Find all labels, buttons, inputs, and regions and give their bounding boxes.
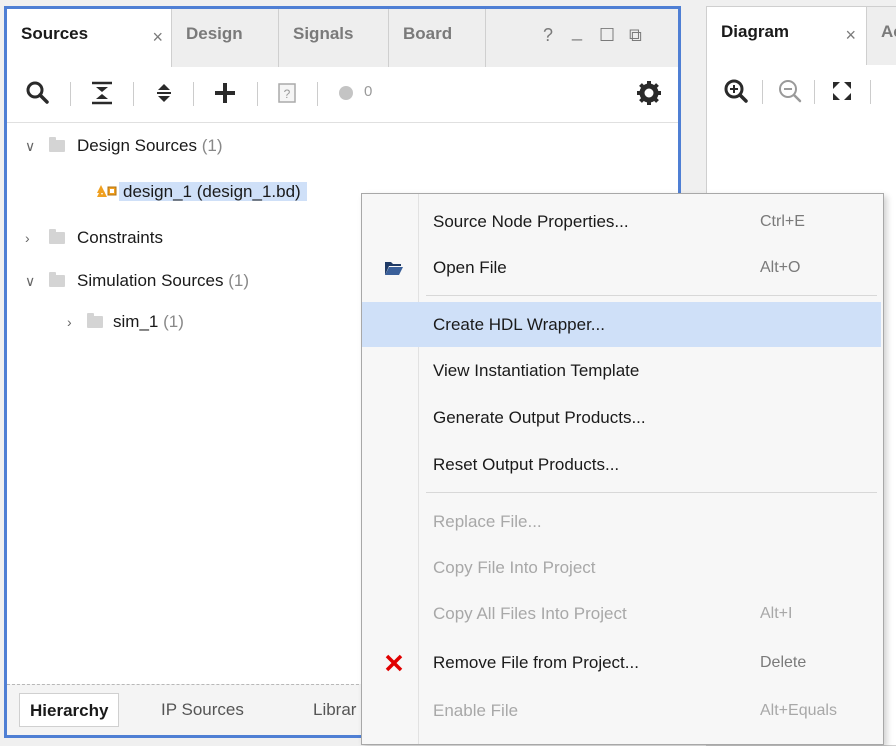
menu-separator bbox=[426, 492, 877, 493]
tab-hierarchy[interactable]: Hierarchy bbox=[19, 693, 120, 727]
tab-design[interactable]: Design bbox=[172, 9, 279, 67]
menu-item-copy-all-files-into-project[interactable]: Copy All Files Into Project Alt+I bbox=[362, 591, 881, 636]
constraints-label: Constraints bbox=[77, 228, 163, 247]
toolbar-separator bbox=[814, 80, 815, 104]
tab-board[interactable]: Board bbox=[389, 9, 486, 67]
menu-item-enable-file[interactable]: Enable File Alt+Equals bbox=[362, 688, 881, 733]
toolbar-separator bbox=[317, 82, 318, 106]
chevron-right-icon[interactable]: › bbox=[67, 304, 85, 340]
folder-icon bbox=[49, 229, 65, 244]
menu-item-reset-output-products[interactable]: Reset Output Products... bbox=[362, 442, 881, 487]
design-sources-label: Design Sources bbox=[77, 136, 198, 155]
sim-1-count: (1) bbox=[163, 312, 184, 331]
menu-item-remove-file-from-project[interactable]: Remove File from Project... Delete bbox=[362, 640, 881, 685]
menu-item-shortcut: Alt+I bbox=[760, 605, 793, 622]
menu-item-create-hdl-wrapper[interactable]: Create HDL Wrapper... bbox=[362, 302, 881, 347]
chevron-down-icon[interactable]: ∨ bbox=[25, 263, 43, 299]
close-icon[interactable]: × bbox=[845, 25, 856, 46]
zoom-in-icon[interactable] bbox=[721, 76, 751, 106]
tree-row-design-file[interactable]: design_1 (design_1.bd) bbox=[97, 174, 307, 210]
folder-icon bbox=[49, 137, 65, 152]
design-sources-count: (1) bbox=[201, 136, 223, 155]
tab-diagram[interactable]: Diagram × bbox=[707, 7, 867, 66]
menu-item-generate-output-products[interactable]: Generate Output Products... bbox=[362, 395, 881, 440]
close-icon[interactable]: × bbox=[152, 27, 163, 48]
expand-all-icon[interactable] bbox=[149, 78, 179, 108]
collapse-all-icon[interactable] bbox=[87, 78, 117, 108]
maximize-icon[interactable]: ☐ bbox=[599, 25, 615, 46]
tab-diagram-label: Diagram bbox=[721, 22, 790, 41]
design-file-label: design_1 (design_1.bd) bbox=[119, 182, 307, 201]
warning-count: 0 bbox=[364, 83, 373, 100]
sim-1-label: sim_1 bbox=[113, 312, 159, 331]
simulation-sources-label: Simulation Sources bbox=[77, 271, 224, 290]
tab-sources-label: Sources bbox=[21, 24, 89, 43]
tree-row-constraints[interactable]: › Constraints bbox=[25, 220, 163, 256]
add-icon[interactable] bbox=[210, 78, 240, 108]
tab-address-editor[interactable]: Ac bbox=[867, 7, 896, 65]
menu-item-open-file[interactable]: Open File Alt+O bbox=[362, 245, 881, 290]
folder-icon bbox=[49, 272, 65, 287]
tab-address-editor-label: Ac bbox=[881, 22, 896, 41]
toolbar-separator bbox=[870, 80, 871, 104]
menu-item-view-instantiation-template[interactable]: View Instantiation Template bbox=[362, 348, 881, 393]
menu-item-shortcut: Delete bbox=[760, 654, 807, 671]
gear-icon[interactable] bbox=[634, 78, 664, 108]
status-dot-icon bbox=[339, 86, 353, 100]
svg-text:?: ? bbox=[284, 87, 291, 101]
toolbar-separator bbox=[193, 82, 194, 106]
context-menu: Source Node Properties... Ctrl+E Open Fi… bbox=[361, 193, 884, 745]
tab-design-label: Design bbox=[186, 24, 243, 43]
tab-signals-label: Signals bbox=[293, 24, 354, 43]
search-icon[interactable] bbox=[23, 78, 53, 108]
menu-item-label: Enable File bbox=[433, 701, 519, 720]
menu-item-label: Replace File... bbox=[433, 512, 542, 531]
red-x-icon bbox=[385, 654, 403, 672]
menu-item-label: Copy All Files Into Project bbox=[433, 604, 627, 623]
zoom-out-icon[interactable] bbox=[775, 76, 805, 106]
tree-row-design-sources[interactable]: ∨ Design Sources (1) bbox=[25, 128, 223, 164]
menu-item-label: Generate Output Products... bbox=[433, 408, 646, 427]
menu-item-label: Reset Output Products... bbox=[433, 455, 620, 474]
help-document-icon[interactable]: ? bbox=[272, 78, 302, 108]
toolbar-separator bbox=[762, 80, 763, 104]
simulation-sources-count: (1) bbox=[228, 271, 249, 290]
menu-item-label: View Instantiation Template bbox=[433, 361, 640, 380]
menu-item-shortcut: Ctrl+E bbox=[760, 213, 805, 230]
diagram-tabbar: Diagram × Ac bbox=[707, 7, 896, 66]
menu-item-label: Source Node Properties... bbox=[433, 212, 629, 231]
menu-item-copy-file-into-project[interactable]: Copy File Into Project bbox=[362, 545, 881, 590]
menu-item-label: Copy File Into Project bbox=[433, 558, 596, 577]
menu-item-label: Remove File from Project... bbox=[433, 653, 639, 672]
toolbar-separator bbox=[133, 82, 134, 106]
toolbar-separator bbox=[257, 82, 258, 106]
sources-toolbar: ? 0 bbox=[7, 67, 678, 123]
folder-icon bbox=[87, 313, 103, 328]
tree-row-simulation-sources[interactable]: ∨ Simulation Sources (1) bbox=[25, 263, 249, 299]
chevron-right-icon[interactable]: › bbox=[25, 220, 43, 256]
folder-open-icon bbox=[385, 262, 403, 275]
menu-item-shortcut: Alt+Equals bbox=[760, 702, 837, 719]
tab-ip-sources[interactable]: IP Sources bbox=[151, 693, 254, 727]
menu-separator bbox=[426, 295, 877, 296]
tab-sources[interactable]: Sources × bbox=[7, 9, 172, 68]
menu-item-label: Open File bbox=[433, 258, 507, 277]
menu-item-shortcut: Alt+O bbox=[760, 259, 801, 276]
tab-board-label: Board bbox=[403, 24, 453, 43]
tab-signals[interactable]: Signals bbox=[279, 9, 389, 67]
minimize-icon[interactable]: _ bbox=[572, 21, 582, 42]
menu-item-replace-file[interactable]: Replace File... bbox=[362, 499, 881, 544]
diagram-toolbar bbox=[707, 65, 896, 120]
sources-tabbar: Sources × Design Signals Board ? _ ☐ ⧉ bbox=[7, 9, 678, 68]
fit-view-icon[interactable] bbox=[827, 76, 857, 106]
block-design-icon bbox=[97, 185, 117, 197]
chevron-down-icon[interactable]: ∨ bbox=[25, 128, 43, 164]
tree-row-sim-1[interactable]: › sim_1 (1) bbox=[67, 304, 184, 340]
menu-item-source-node-properties[interactable]: Source Node Properties... Ctrl+E bbox=[362, 199, 881, 244]
help-icon[interactable]: ? bbox=[543, 25, 553, 46]
toolbar-separator bbox=[70, 82, 71, 106]
menu-item-label: Create HDL Wrapper... bbox=[433, 315, 605, 334]
tab-libraries[interactable]: Librar bbox=[303, 693, 366, 727]
float-icon[interactable]: ⧉ bbox=[629, 25, 642, 46]
